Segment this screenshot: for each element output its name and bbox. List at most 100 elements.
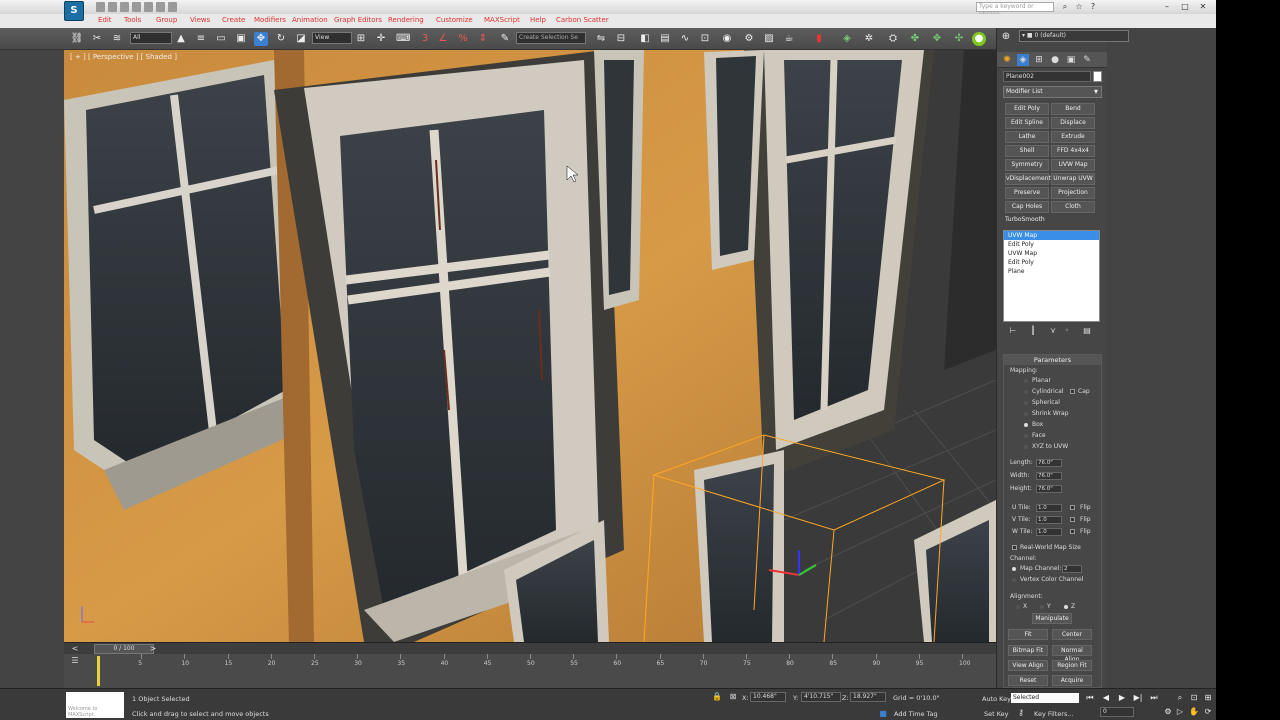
- object-name-field[interactable]: Plane002: [1003, 71, 1091, 82]
- mirror-icon[interactable]: ⇋: [594, 32, 608, 46]
- absolute-mode-icon[interactable]: ⊠: [728, 692, 738, 702]
- set-key-button[interactable]: Set Key: [984, 710, 1009, 718]
- acquire-button[interactable]: Acquire: [1052, 675, 1092, 686]
- key-selection-dropdown[interactable]: Selected: [1011, 693, 1079, 703]
- plugin-tree-icon[interactable]: ✣: [952, 32, 966, 46]
- x-coord-field[interactable]: 10.468": [750, 692, 786, 702]
- menu-modifiers[interactable]: Modifiers: [254, 16, 286, 24]
- selection-filter-dropdown[interactable]: All: [130, 32, 172, 44]
- key-filters-button[interactable]: Key Filters...: [1034, 710, 1074, 718]
- plugin-node-icon[interactable]: ⛭: [886, 32, 900, 46]
- play-icon[interactable]: ▶: [1116, 693, 1128, 703]
- modifier-button-displace[interactable]: Displace: [1051, 117, 1095, 129]
- time-playhead[interactable]: [97, 656, 100, 686]
- layer-explorer-icon[interactable]: ◧: [638, 32, 652, 46]
- w-tile-spinner[interactable]: 1.0: [1036, 528, 1062, 536]
- go-to-start-icon[interactable]: ⏮: [1084, 693, 1096, 703]
- motion-tab-icon[interactable]: ●: [1049, 54, 1061, 66]
- select-and-move-icon[interactable]: ✥: [254, 32, 268, 46]
- open-file-icon[interactable]: [108, 2, 117, 12]
- map-channel-radio[interactable]: [1012, 567, 1016, 571]
- time-tag-icon[interactable]: ■: [878, 709, 888, 719]
- maximize-icon[interactable]: □: [1180, 2, 1190, 12]
- window-crossing-icon[interactable]: ▣: [234, 32, 248, 46]
- menu-maxscript[interactable]: MAXScript: [484, 16, 520, 24]
- selection-lock-icon[interactable]: 🔒: [712, 692, 722, 702]
- pan-icon[interactable]: ✋: [1188, 707, 1200, 717]
- utilities-tab-icon[interactable]: ✎: [1081, 54, 1093, 66]
- modifier-button-edit-poly[interactable]: Edit Poly: [1005, 103, 1049, 115]
- stack-item-uvw-map-2[interactable]: UVW Map: [1004, 249, 1099, 258]
- edit-named-selection-icon[interactable]: ✎: [498, 32, 512, 46]
- search-icon[interactable]: ⌕: [1060, 2, 1070, 12]
- unlink-icon[interactable]: ✂: [90, 32, 104, 46]
- project-folder-icon[interactable]: [156, 2, 165, 12]
- show-end-result-icon[interactable]: ┃: [1027, 326, 1039, 338]
- help-icon[interactable]: ?: [1088, 2, 1098, 12]
- menu-help[interactable]: Help: [530, 16, 546, 24]
- fit-button[interactable]: Fit: [1008, 629, 1048, 640]
- stack-item-uvw-map-1[interactable]: UVW Map: [1004, 231, 1099, 240]
- modifier-button-symmetry[interactable]: Symmetry: [1005, 159, 1049, 171]
- menu-tools[interactable]: Tools: [124, 16, 141, 24]
- create-tab-icon[interactable]: ✺: [1001, 54, 1013, 66]
- width-spinner[interactable]: 76.0": [1036, 472, 1062, 480]
- menu-carbon-scatter[interactable]: Carbon Scatter: [556, 16, 609, 24]
- schematic-view-icon[interactable]: ⊡: [698, 32, 712, 46]
- close-icon[interactable]: ✕: [1198, 2, 1208, 12]
- modifier-list-dropdown[interactable]: Modifier List: [1003, 86, 1102, 98]
- rectangular-selection-icon[interactable]: ▭: [214, 32, 228, 46]
- stack-item-edit-poly-1[interactable]: Edit Poly: [1004, 240, 1099, 249]
- search-input[interactable]: Type a keyword or phrase: [976, 2, 1054, 18]
- mapping-planar-radio[interactable]: [1024, 379, 1028, 383]
- add-time-tag-button[interactable]: Add Time Tag: [894, 710, 938, 718]
- reset-button[interactable]: Reset: [1008, 675, 1048, 686]
- plugin-tool-icon[interactable]: ✲: [862, 32, 876, 46]
- stack-item-plane[interactable]: Plane: [1004, 267, 1099, 276]
- plugin-scatter-icon[interactable]: ✤: [908, 32, 922, 46]
- mapping-face-radio[interactable]: [1024, 434, 1028, 438]
- auto-key-button[interactable]: Auto Key: [982, 695, 1011, 703]
- u-tile-spinner[interactable]: 1.0: [1036, 504, 1062, 512]
- parameters-rollout-header[interactable]: Parameters: [1004, 355, 1101, 365]
- go-to-end-icon[interactable]: ⏭: [1148, 693, 1160, 703]
- redo-icon[interactable]: [144, 2, 153, 12]
- keyboard-shortcut-override-icon[interactable]: ⌨: [396, 32, 410, 46]
- spinner-snap-icon[interactable]: ⇕: [476, 32, 490, 46]
- modifier-button-lathe[interactable]: Lathe: [1005, 131, 1049, 143]
- align-icon[interactable]: ⊟: [614, 32, 628, 46]
- menu-create[interactable]: Create: [222, 16, 245, 24]
- pin-stack-icon[interactable]: ⊢: [1007, 326, 1019, 338]
- hierarchy-tab-icon[interactable]: ⊞: [1033, 54, 1045, 66]
- height-spinner[interactable]: 76.0": [1036, 485, 1062, 493]
- menu-animation[interactable]: Animation: [292, 16, 328, 24]
- modifier-button-cloth[interactable]: Cloth: [1051, 201, 1095, 213]
- orbit-icon[interactable]: ⟳: [1202, 707, 1214, 717]
- mapping-xyz-to-uvw-radio[interactable]: [1024, 445, 1028, 449]
- workspace-icon[interactable]: ⊕: [999, 30, 1013, 44]
- modifier-button-turbosmooth[interactable]: TurboSmooth: [1005, 215, 1049, 227]
- select-and-scale-icon[interactable]: ◪: [294, 32, 308, 46]
- current-frame-field[interactable]: 0: [1100, 707, 1134, 717]
- curve-editor-icon[interactable]: ∿: [678, 32, 692, 46]
- mapping-box-radio[interactable]: [1024, 423, 1028, 427]
- time-slider[interactable]: 0 / 100: [94, 644, 154, 654]
- minimize-icon[interactable]: –: [1162, 2, 1172, 12]
- center-button[interactable]: Center: [1052, 629, 1092, 640]
- time-next-icon[interactable]: >: [148, 644, 158, 654]
- object-color-swatch[interactable]: [1093, 71, 1102, 82]
- v-flip-checkbox[interactable]: [1070, 517, 1075, 522]
- mapping-cylindrical-radio[interactable]: [1024, 390, 1028, 394]
- view-align-button[interactable]: View Align: [1008, 660, 1048, 671]
- mapping-spherical-radio[interactable]: [1024, 401, 1028, 405]
- modify-tab-icon[interactable]: ◈: [1017, 54, 1029, 66]
- modifier-button-shell[interactable]: Shell: [1005, 145, 1049, 157]
- align-z-radio[interactable]: [1064, 605, 1068, 609]
- track-bar[interactable]: ☰ 5 10 15 20 25 30 35 40 45 50 55 60 65 70 75 80 85 90 95 1…: [64, 654, 996, 688]
- modifier-button-ffd[interactable]: FFD 4x4x4: [1051, 145, 1095, 157]
- make-unique-icon[interactable]: ⋎: [1047, 326, 1059, 338]
- align-y-radio[interactable]: [1040, 605, 1044, 609]
- manipulate-button[interactable]: Manipulate: [1032, 613, 1072, 624]
- zoom-icon[interactable]: ⌕: [1174, 693, 1186, 703]
- display-tab-icon[interactable]: ▣: [1065, 54, 1077, 66]
